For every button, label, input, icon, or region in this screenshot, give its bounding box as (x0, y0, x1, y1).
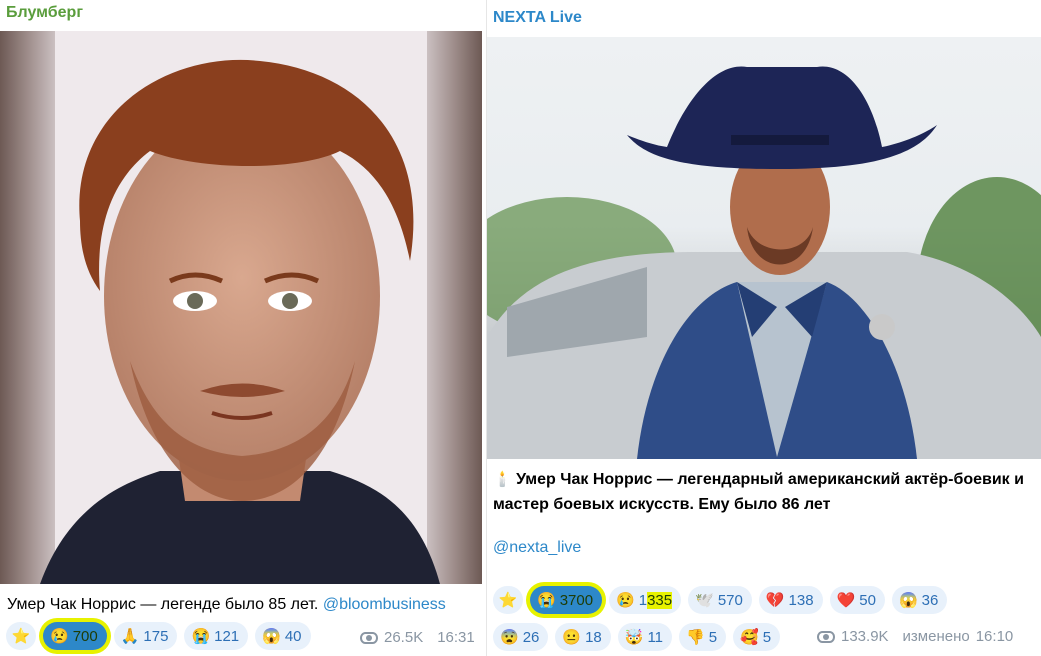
edited-label: изменено (902, 628, 970, 645)
portrait-illustration-left (40, 31, 440, 584)
crying-face-icon: 😭 (537, 591, 556, 609)
candle-icon: 🕯️ (493, 471, 512, 488)
reaction-fearful-button[interactable]: 😨 26 (493, 623, 549, 651)
view-count: 133.9K (841, 628, 889, 645)
reaction-broken-heart-button[interactable]: 💔 138 (758, 586, 823, 614)
reaction-cry-button[interactable]: 😭 121 (184, 622, 249, 650)
post-caption-left: Умер Чак Норрис — легенде было 85 лет. @… (7, 592, 485, 617)
neutral-face-icon: 😐 (562, 628, 582, 646)
post-time: 16:10 (975, 628, 1014, 645)
reaction-count: 3700 (559, 591, 594, 609)
reaction-neutral-button[interactable]: 😐 18 (555, 623, 611, 651)
post-photo-left[interactable] (0, 31, 482, 584)
reaction-count: 570 (717, 591, 743, 609)
reaction-dove-button[interactable]: 🕊️ 570 (688, 586, 752, 614)
reaction-star-button[interactable]: ⭐ (493, 586, 523, 614)
portrait-illustration-right (487, 66, 1041, 459)
post-left: Блумберг Умер Чак Норрис — легенде было … (0, 0, 487, 656)
reaction-hearts-face-button[interactable]: 🥰 5 (733, 623, 781, 651)
reaction-count: 700 (72, 627, 98, 645)
post-caption-right: 🕯️ Умер Чак Норрис — легендарный америка… (493, 467, 1033, 517)
star-icon: ⭐ (11, 627, 31, 645)
star-icon: ⭐ (498, 591, 518, 609)
reaction-count: 36 (921, 591, 939, 609)
fearful-face-icon: 😨 (500, 628, 519, 646)
post-time: 16:31 (437, 629, 475, 646)
reaction-count: 40 (284, 627, 302, 645)
reaction-cry-button[interactable]: 😭 3700 (530, 586, 603, 614)
caption-text-right: Умер Чак Норрис — легендарный американск… (493, 471, 1024, 513)
channel-name-left[interactable]: Блумберг (6, 4, 83, 22)
reaction-count: 121 (214, 627, 240, 645)
reaction-star-button[interactable]: ⭐ (6, 622, 36, 650)
reaction-count: 18 (585, 628, 602, 646)
reaction-pray-button[interactable]: 🙏 175 (113, 622, 178, 650)
screaming-face-icon: 😱 (898, 591, 918, 609)
reaction-count: 5 (762, 628, 772, 646)
post-meta-right: 133.9K изменено 16:10 (817, 628, 1013, 645)
reaction-sad-button[interactable]: 😢 700 (43, 622, 107, 650)
reaction-scream-button[interactable]: 😱 40 (255, 622, 311, 650)
view-count: 26.5K (384, 629, 424, 646)
eye-icon (817, 630, 835, 643)
praying-hands-icon: 🙏 (120, 627, 140, 645)
smiling-face-hearts-icon: 🥰 (740, 628, 759, 646)
reaction-exploding-head-button[interactable]: 🤯 11 (617, 623, 673, 651)
reaction-scream-button[interactable]: 😱 36 (891, 586, 948, 614)
caption-text-left: Умер Чак Норрис — легенде было 85 лет. (7, 596, 319, 613)
thumbs-down-icon: 👎 (686, 628, 705, 646)
post-right: NEXTA Live 🕯️ Умер Чак Норрис — легендар… (487, 0, 1041, 656)
reaction-sad-button[interactable]: 😢 1335 (609, 586, 682, 614)
sad-face-icon: 😢 (616, 591, 635, 609)
post-meta-left: 26.5K 16:31 (360, 629, 475, 646)
dove-icon: 🕊️ (695, 591, 714, 609)
reaction-count: 50 (859, 591, 876, 609)
channel-handle-link-left[interactable]: @bloombusiness (323, 596, 446, 613)
reaction-count: 11 (647, 628, 664, 646)
reaction-count-prefix: 1 (638, 591, 648, 609)
reaction-count-highlight: 335 (647, 591, 673, 609)
reaction-count: 26 (522, 628, 540, 646)
channel-handle-link-right[interactable]: @nexta_live (493, 539, 581, 557)
screaming-face-icon: 😱 (262, 627, 281, 645)
heart-icon: ❤️ (836, 591, 856, 609)
exploding-head-icon: 🤯 (624, 628, 644, 646)
crying-face-icon: 😭 (191, 627, 211, 645)
reaction-count: 175 (143, 627, 169, 645)
reactions-bar-left: ⭐ 😢 700 🙏 175 😭 121 😱 40 (6, 622, 336, 650)
post-photo-right[interactable] (487, 37, 1041, 459)
reaction-count: 1335 (638, 591, 673, 609)
reaction-count: 5 (708, 628, 718, 646)
sad-face-icon: 😢 (50, 627, 69, 645)
reaction-heart-button[interactable]: ❤️ 50 (829, 586, 885, 614)
channel-name-right[interactable]: NEXTA Live (493, 9, 582, 27)
eye-icon (360, 631, 378, 644)
reaction-thumbs-down-button[interactable]: 👎 5 (679, 623, 727, 651)
reaction-count: 138 (788, 591, 814, 609)
broken-heart-icon: 💔 (765, 591, 785, 609)
